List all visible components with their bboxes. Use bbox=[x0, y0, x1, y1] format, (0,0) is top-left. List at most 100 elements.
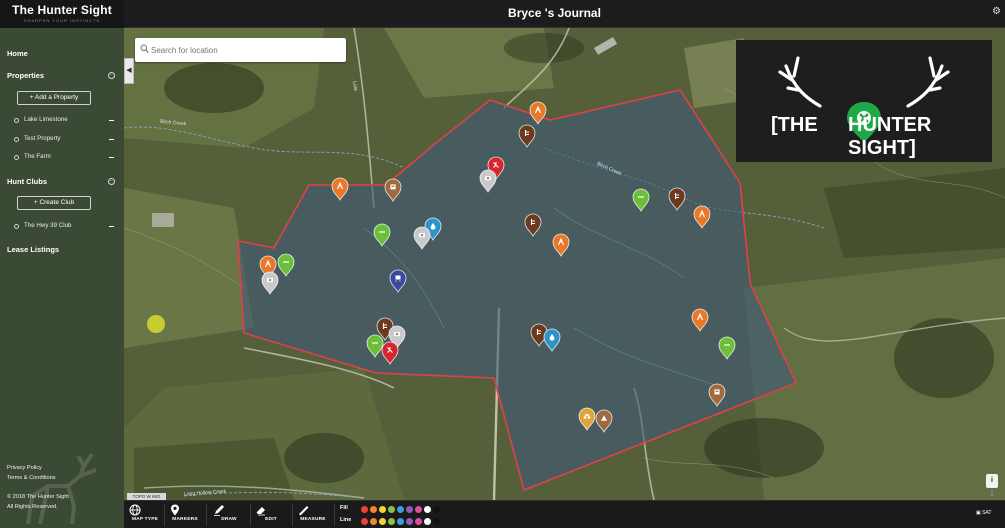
remove-icon[interactable] bbox=[109, 157, 114, 158]
measure-label: MEASURE bbox=[300, 517, 326, 522]
collapse-properties-icon[interactable]: − bbox=[108, 72, 115, 79]
blind-marker-icon[interactable] bbox=[708, 383, 726, 407]
camera-marker-icon[interactable] bbox=[479, 169, 497, 193]
fill-color-swatch[interactable] bbox=[406, 506, 413, 513]
remove-icon[interactable] bbox=[109, 139, 114, 140]
tripod-marker-icon[interactable] bbox=[529, 101, 547, 125]
add-property-button[interactable]: + Add a Property bbox=[17, 91, 91, 105]
terms-link[interactable]: Terms & Conditions bbox=[7, 475, 56, 481]
fill-color-swatch[interactable] bbox=[361, 506, 368, 513]
satellite-label: SAT bbox=[982, 510, 992, 516]
property-item[interactable]: Test Property bbox=[14, 135, 114, 145]
tripod-marker-icon[interactable] bbox=[693, 205, 711, 229]
tripod-marker-icon[interactable] bbox=[691, 308, 709, 332]
privacy-link[interactable]: Privacy Policy bbox=[7, 465, 42, 471]
search-input[interactable] bbox=[151, 42, 341, 58]
property-label: Test Property bbox=[24, 135, 61, 142]
globe-icon bbox=[129, 504, 141, 516]
bottom-toolbar: MAP TYPE MARKERS DRAW EDIT MEASURE Fill … bbox=[124, 500, 1005, 528]
satellite-toggle[interactable]: ▣ SAT bbox=[976, 510, 991, 516]
stand-marker-icon[interactable] bbox=[524, 213, 542, 237]
collapse-clubs-icon[interactable]: − bbox=[108, 178, 115, 185]
radio-icon bbox=[14, 137, 19, 142]
divider bbox=[164, 504, 165, 526]
club-item[interactable]: The Hwy 39 Club bbox=[14, 222, 114, 232]
collapse-sidebar-button[interactable]: ◀ bbox=[124, 58, 134, 84]
sidebar-item-home[interactable]: Home bbox=[7, 49, 28, 58]
divider bbox=[206, 504, 207, 526]
gear-icon[interactable]: ⚙ bbox=[992, 6, 1001, 17]
ruler-icon bbox=[299, 506, 309, 516]
measure-button[interactable]: MEASURE bbox=[296, 503, 330, 527]
line-color-swatch[interactable] bbox=[370, 518, 377, 525]
divider bbox=[250, 504, 251, 526]
deer-watermark-icon bbox=[26, 452, 97, 525]
markers-label: MARKERS bbox=[172, 517, 198, 522]
fill-color-swatch[interactable] bbox=[388, 506, 395, 513]
divider bbox=[334, 504, 335, 526]
fill-color-swatch[interactable] bbox=[397, 506, 404, 513]
fill-color-swatch[interactable] bbox=[379, 506, 386, 513]
food-plot-marker-icon[interactable] bbox=[718, 336, 736, 360]
tripod-marker-icon[interactable] bbox=[552, 233, 570, 257]
top-bar: The Hunter Sight SHARPEN YOUR INSTINCTS … bbox=[0, 0, 1005, 28]
property-item[interactable]: Lake Limestone bbox=[14, 116, 114, 126]
eraser-icon bbox=[256, 507, 265, 516]
food-plot-marker-icon[interactable] bbox=[277, 253, 295, 277]
line-color-swatch[interactable] bbox=[415, 518, 422, 525]
remove-icon[interactable] bbox=[109, 120, 114, 121]
line-color-swatch[interactable] bbox=[406, 518, 413, 525]
fill-color-swatch[interactable] bbox=[370, 506, 377, 513]
map-type-label: MAP TYPE bbox=[131, 517, 159, 522]
feeder-marker-icon[interactable] bbox=[389, 269, 407, 293]
edit-button[interactable]: EDIT bbox=[254, 503, 288, 527]
fill-color-swatch[interactable] bbox=[433, 506, 440, 513]
fill-color-swatch[interactable] bbox=[415, 506, 422, 513]
hunter-sight-logo: [THE HUNTER SIGHT] bbox=[736, 40, 992, 162]
map-type-button[interactable]: MAP TYPE bbox=[128, 503, 162, 527]
water-marker-icon[interactable] bbox=[543, 328, 561, 352]
location-search[interactable] bbox=[135, 38, 346, 62]
search-icon bbox=[140, 44, 149, 54]
radio-icon bbox=[14, 155, 19, 160]
line-color-swatch[interactable] bbox=[379, 518, 386, 525]
line-color-swatch[interactable] bbox=[361, 518, 368, 525]
sidebar-item-lease-listings[interactable]: Lease Listings bbox=[7, 245, 59, 254]
markers-button[interactable]: MARKERS bbox=[168, 503, 202, 527]
camera-marker-icon[interactable] bbox=[261, 271, 279, 295]
property-item[interactable]: The Farm bbox=[14, 153, 114, 163]
sidebar-item-hunt-clubs[interactable]: Hunt Clubs bbox=[7, 177, 47, 186]
draw-label: DRAW bbox=[221, 517, 237, 522]
stand-marker-icon[interactable] bbox=[668, 187, 686, 211]
info-button[interactable]: i bbox=[986, 474, 998, 488]
food-plot-marker-icon[interactable] bbox=[373, 223, 391, 247]
camera-marker-icon[interactable] bbox=[413, 226, 431, 250]
line-color-swatch[interactable] bbox=[397, 518, 404, 525]
line-color-swatch[interactable] bbox=[433, 518, 440, 525]
property-label: Lake Limestone bbox=[24, 116, 68, 123]
more-icon[interactable]: ⋮ bbox=[986, 490, 998, 498]
map-layer-label: TOPO W IMG bbox=[127, 493, 166, 500]
brand-logo[interactable]: The Hunter Sight SHARPEN YOUR INSTINCTS bbox=[0, 0, 124, 28]
pencil-icon bbox=[214, 505, 224, 516]
food-plot-marker-icon[interactable] bbox=[632, 188, 650, 212]
fill-label: Fill bbox=[340, 505, 348, 511]
radio-icon bbox=[14, 224, 19, 229]
draw-button[interactable]: DRAW bbox=[212, 503, 246, 527]
remove-icon[interactable] bbox=[109, 226, 114, 227]
food-plot-marker-icon[interactable] bbox=[366, 334, 384, 358]
sidebar-item-properties[interactable]: Properties bbox=[7, 71, 44, 80]
create-club-button[interactable]: + Create Club bbox=[17, 196, 91, 210]
stand-marker-icon[interactable] bbox=[518, 124, 536, 148]
sidebar: Home Properties − + Add a Property Lake … bbox=[0, 28, 124, 528]
logo-text-right: HUNTER SIGHT] bbox=[848, 114, 932, 159]
app-window: The Hunter Sight SHARPEN YOUR INSTINCTS … bbox=[0, 0, 1005, 528]
line-color-swatch[interactable] bbox=[388, 518, 395, 525]
line-color-swatch[interactable] bbox=[424, 518, 431, 525]
kill-marker-icon[interactable] bbox=[381, 341, 399, 365]
fill-color-swatch[interactable] bbox=[424, 506, 431, 513]
camp-marker-icon[interactable] bbox=[595, 409, 613, 433]
atv-marker-icon[interactable] bbox=[578, 407, 596, 431]
tripod-marker-icon[interactable] bbox=[331, 177, 349, 201]
blind-marker-icon[interactable] bbox=[384, 178, 402, 202]
